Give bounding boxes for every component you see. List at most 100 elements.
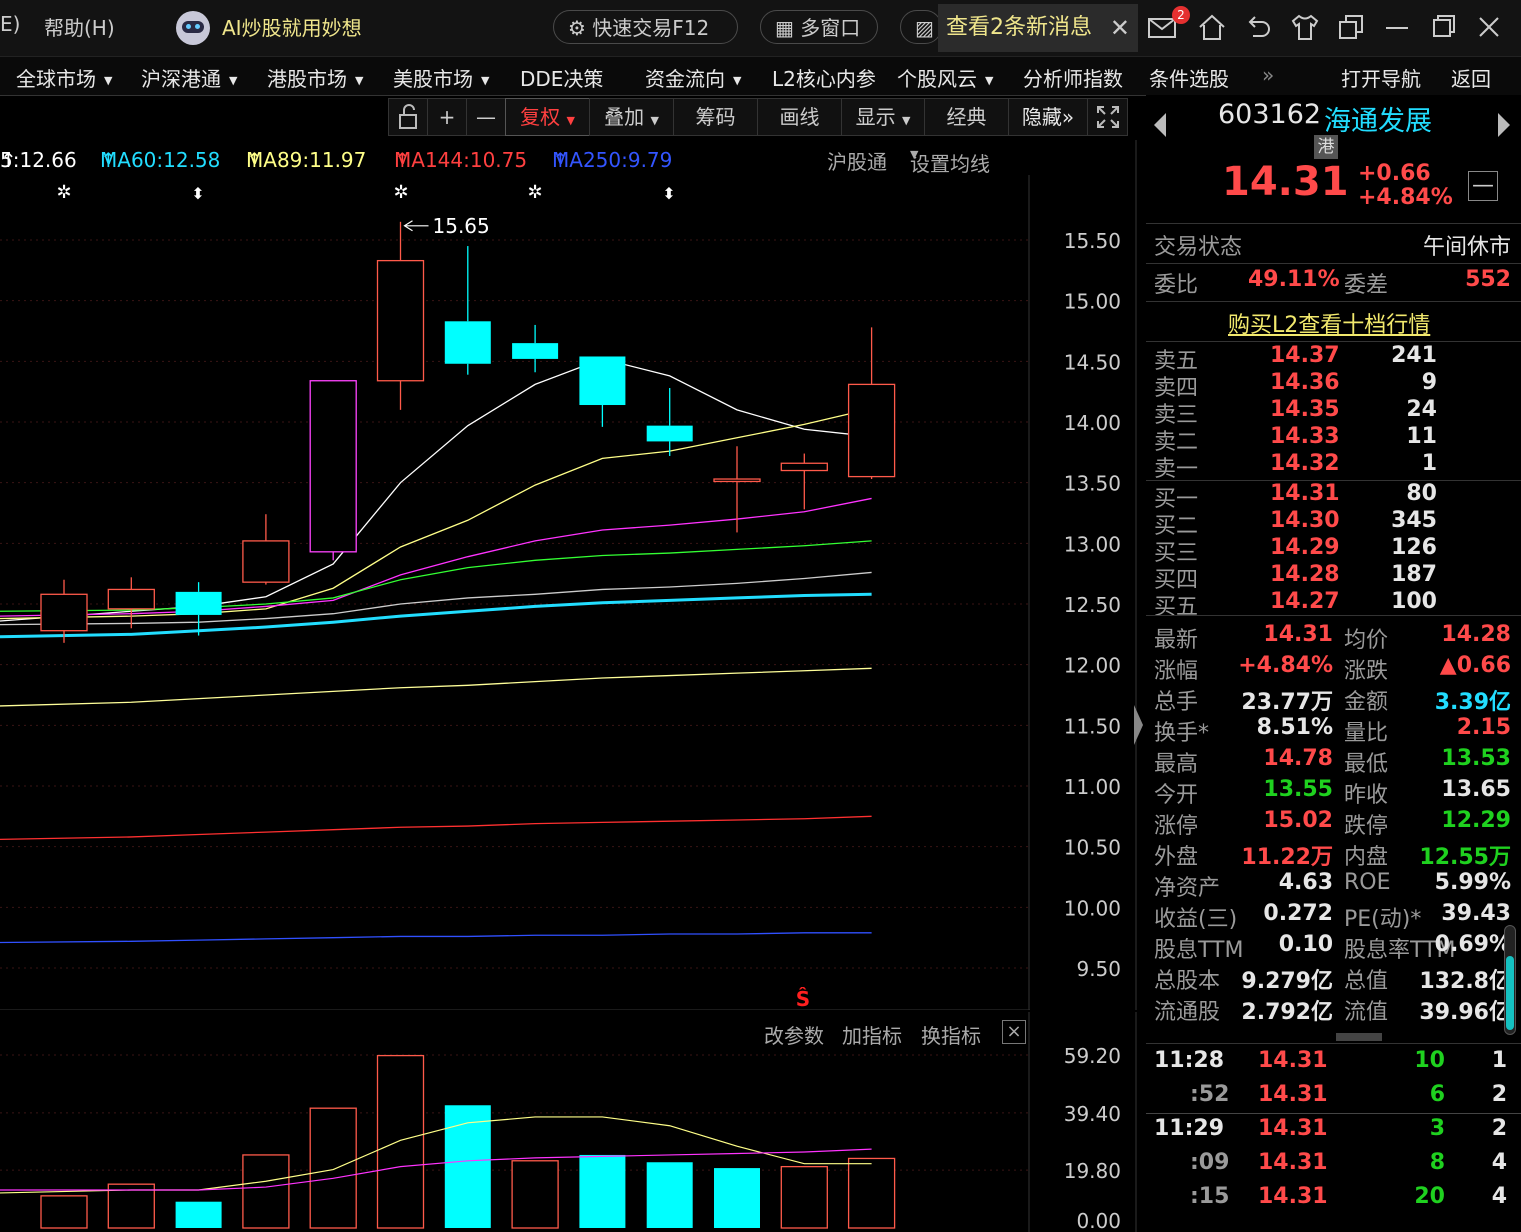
close-window-icon[interactable] bbox=[1474, 12, 1504, 42]
candle bbox=[847, 327, 896, 480]
ask-price: 14.35 bbox=[1270, 397, 1340, 422]
tick-price: 14.31 bbox=[1258, 1150, 1328, 1175]
prev-stock-icon[interactable] bbox=[1152, 111, 1168, 139]
nav-more-icon[interactable]: » bbox=[1262, 63, 1274, 87]
price-axis-label: 14.00 bbox=[1064, 411, 1121, 435]
mail-badge: 2 bbox=[1172, 6, 1190, 24]
nav-item-us-market[interactable]: 美股市场 ▼ bbox=[393, 63, 489, 92]
trade-status: 午间休市 bbox=[1422, 235, 1511, 260]
screenshot-button[interactable]: ▨ bbox=[900, 10, 942, 44]
hide-button[interactable]: 隐藏» bbox=[1008, 98, 1088, 136]
multi-window-button[interactable]: ▦ 多窗口 bbox=[760, 10, 878, 44]
price-axis-label: 14.50 bbox=[1064, 350, 1121, 374]
nav-item-l2-core[interactable]: L2核心内参 bbox=[772, 63, 876, 92]
maximize-icon[interactable] bbox=[1428, 12, 1458, 42]
sell-signal-marker[interactable]: Ŝ bbox=[796, 987, 810, 1010]
price-axis-label: 15.50 bbox=[1064, 229, 1121, 253]
stat-value: 23.77万 bbox=[1241, 690, 1333, 715]
back-button[interactable]: 返回 bbox=[1451, 63, 1491, 92]
buy-l2-link[interactable]: 购买L2查看十档行情 bbox=[1228, 307, 1430, 339]
candle-body bbox=[376, 259, 425, 382]
home-icon[interactable] bbox=[1197, 12, 1227, 42]
price-axis-label: 10.50 bbox=[1064, 836, 1121, 860]
bid-price: 14.27 bbox=[1270, 589, 1340, 614]
ask-price: 14.36 bbox=[1270, 370, 1340, 395]
undo-icon[interactable] bbox=[1243, 12, 1273, 42]
event-marker-star: ✲ bbox=[527, 182, 542, 203]
close-icon[interactable]: ✕ bbox=[1110, 4, 1130, 52]
ask-volume: 24 bbox=[1406, 397, 1437, 422]
nav-item-stock-news[interactable]: 个股风云 ▼ bbox=[897, 63, 993, 92]
stat-value: 12.29 bbox=[1441, 808, 1511, 833]
candle bbox=[107, 577, 155, 629]
change-params-button[interactable]: 改参数 bbox=[764, 1020, 824, 1049]
overlay-dropdown[interactable]: 叠加 ▼ bbox=[589, 98, 674, 136]
zoom-in-button[interactable]: + bbox=[427, 98, 467, 136]
tick-price: 14.31 bbox=[1258, 1082, 1328, 1107]
nav-item-hk-market[interactable]: 港股市场 ▼ bbox=[267, 63, 363, 92]
stat-label: 均价 bbox=[1344, 628, 1389, 653]
ask-price: 14.33 bbox=[1270, 424, 1340, 449]
zoom-out-button[interactable]: — bbox=[466, 98, 506, 136]
volume-toolbar: 改参数 加指标 换指标 × bbox=[0, 1016, 1030, 1048]
switch-indicator-button[interactable]: 换指标 bbox=[921, 1020, 981, 1049]
collapse-quote-button[interactable]: — bbox=[1468, 171, 1498, 201]
fuquan-dropdown[interactable]: 复权 ▼ bbox=[505, 98, 590, 136]
chips-button[interactable]: 筹码 bbox=[673, 98, 758, 136]
volume-axis-label: 19.80 bbox=[1064, 1159, 1121, 1183]
nav-item-stock-screener[interactable]: 条件选股 bbox=[1149, 63, 1229, 92]
lock-button[interactable] bbox=[388, 98, 428, 136]
volume-bar bbox=[646, 1162, 693, 1228]
tick-handle[interactable] bbox=[1336, 1033, 1382, 1041]
arrow-up-icon: ↑ bbox=[394, 148, 411, 172]
message-tab[interactable]: 查看2条新消息 ✕ bbox=[938, 4, 1138, 52]
price-change: +0.66 bbox=[1358, 161, 1431, 186]
menu-help[interactable]: 帮助(H) bbox=[44, 12, 115, 41]
add-indicator-button[interactable]: 加指标 bbox=[842, 1020, 902, 1049]
stat-value: 2.792亿 bbox=[1241, 1000, 1333, 1025]
display-dropdown[interactable]: 显示 ▼ bbox=[841, 98, 925, 136]
close-indicator-icon[interactable]: × bbox=[1002, 1020, 1026, 1044]
ask-volume: 11 bbox=[1406, 424, 1437, 449]
stat-value: 8.51% bbox=[1256, 715, 1333, 740]
stat-label: 最新 bbox=[1154, 628, 1199, 653]
next-stock-icon[interactable] bbox=[1496, 111, 1512, 139]
open-nav-button[interactable]: 打开导航 bbox=[1341, 63, 1421, 92]
collapse-panel-icon[interactable] bbox=[1131, 700, 1145, 750]
candle-body bbox=[579, 356, 626, 406]
tick-volume: 3 bbox=[1429, 1116, 1445, 1141]
nav-item-global-market[interactable]: 全球市场 ▼ bbox=[16, 63, 112, 92]
nav-item-fund-flow[interactable]: 资金流向 ▼ bbox=[645, 63, 741, 92]
nav-item-dde[interactable]: DDE决策 bbox=[520, 63, 603, 92]
stat-value: 5.99% bbox=[1434, 870, 1511, 895]
fullscreen-button[interactable] bbox=[1087, 98, 1128, 136]
ai-title[interactable]: AI炒股就用妙想 bbox=[222, 12, 362, 41]
nav-item-hk-connect[interactable]: 沪深港通 ▼ bbox=[141, 63, 237, 92]
draw-line-button[interactable]: 画线 bbox=[757, 98, 842, 136]
quick-trade-button[interactable]: ⚙ 快速交易F12 bbox=[553, 10, 738, 44]
stat-value: 14.28 bbox=[1441, 622, 1511, 647]
nav-item-analyst-index[interactable]: 分析师指数 bbox=[1023, 63, 1123, 92]
minimize-icon[interactable] bbox=[1382, 12, 1412, 42]
bid-volume: 345 bbox=[1391, 508, 1437, 533]
restore-window-icon[interactable] bbox=[1336, 12, 1366, 42]
classic-button[interactable]: 经典 bbox=[924, 98, 1009, 136]
price-chart[interactable]: 15.50 15.00 14.50 14.00 13.50 13.00 12.50 12.00… bbox=[0, 140, 1140, 1010]
hgt-label[interactable]: 沪股通 bbox=[827, 146, 887, 175]
stat-label: 内盘 bbox=[1344, 845, 1389, 870]
event-markers[interactable]: ✲ ⬍ ✲ ✲ ⬍ bbox=[56, 182, 675, 203]
candle-body bbox=[646, 425, 693, 442]
chevron-down-icon: ▼ bbox=[104, 74, 113, 87]
shirt-icon[interactable] bbox=[1290, 12, 1320, 42]
scrollbar[interactable] bbox=[1504, 925, 1516, 1035]
quote-panel: 603162 海通发展 港 14.31 +0.66 +4.84% — 交易状态 … bbox=[1146, 95, 1521, 1232]
volume-bar bbox=[309, 1107, 357, 1229]
candle-body bbox=[713, 478, 761, 483]
chevron-down-icon: ▼ bbox=[985, 74, 994, 87]
menu-partial[interactable]: E) bbox=[0, 12, 20, 36]
high-price-annotation: 15.65 bbox=[403, 214, 490, 238]
stat-value: 12.55万 bbox=[1419, 845, 1511, 870]
robot-icon[interactable] bbox=[176, 11, 210, 45]
chevron-down-icon: ▼ bbox=[481, 74, 490, 87]
nav-bar: 全球市场 ▼ 沪深港通 ▼ 港股市场 ▼ 美股市场 ▼ DDE决策 资金流向 ▼ L2核心… bbox=[0, 57, 1521, 96]
